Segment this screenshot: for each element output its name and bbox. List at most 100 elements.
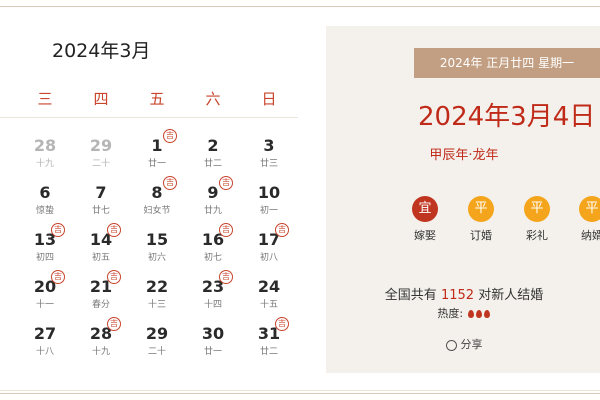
day-number: 7 [95,183,107,202]
calendar-day[interactable]: 6 惊蛰 [23,184,67,218]
calendar-day[interactable]: 7 廿七 [79,184,123,218]
calendar-day[interactable]: 9 廿九吉 [191,176,235,218]
lunar-day: 妇女节 [143,206,171,216]
zodiac-year: 甲辰年·龙年 [429,148,499,163]
lunar-day: 二十 [91,159,110,169]
auspicious-badge: 吉 [219,176,233,190]
weekday-header: 四 [93,90,109,108]
calendar-day[interactable]: 28 十九 [23,137,67,171]
day-number: 10 [257,183,281,202]
flame-icon [475,309,482,318]
selected-date: 2024年3月4日 [418,102,596,132]
calendar-day[interactable]: 16 初七吉 [191,223,235,265]
activity-rating-icon: 平 [579,196,600,222]
day-number: 29 [89,136,113,155]
weekday-header: 三 [37,90,53,108]
weekday-header: 六 [205,90,221,108]
share-button[interactable]: 分享 [280,336,600,352]
lunar-day: 十八 [35,347,54,357]
calendar-day[interactable]: 2 廿二 [191,137,235,171]
activity-rating-icon: 宜 [412,196,438,222]
calendar-day[interactable]: 13 初四吉 [23,223,67,265]
calendar-day[interactable]: 21 春分吉 [79,270,123,312]
heat-label: 热度: [437,307,464,320]
weekday-divider [0,117,298,118]
calendar-day[interactable]: 1 廿一吉 [135,129,179,171]
activity-item[interactable]: 平纳婿 [570,196,600,243]
day-number: 15 [145,230,169,249]
day-number: 27 [33,324,57,343]
calendar-day[interactable]: 22 十三 [135,278,179,312]
lunar-day: 廿一 [203,347,222,357]
calendar-day[interactable]: 28 十九吉 [79,317,123,359]
auspicious-badge: 吉 [275,223,289,237]
summary-suffix: 对新人结婚 [478,288,544,303]
lunar-day: 十九 [35,159,54,169]
wedding-count-summary: 全国共有 1152 对新人结婚 [280,284,600,303]
lunar-day: 廿一 [147,159,166,169]
activity-item[interactable]: 平彩礼 [515,196,559,243]
share-icon [445,339,457,351]
day-number: 2 [207,136,219,155]
summary-count: 1152 [440,288,475,303]
lunar-day: 惊蛰 [35,206,54,216]
day-number: 6 [39,183,51,202]
calendar-day[interactable]: 17 初八吉 [247,223,291,265]
auspicious-badge: 吉 [163,176,177,190]
lunar-day: 廿九 [203,206,222,216]
flame-icon [467,309,474,318]
flame-icons [467,308,491,321]
activity-label: 订婚 [470,229,492,242]
calendar-day[interactable]: 30 廿一 [191,325,235,359]
auspicious-badge: 吉 [51,270,65,284]
weekday-header: 五 [149,90,165,108]
day-number: 30 [201,324,225,343]
calendar-day[interactable]: 27 十八 [23,325,67,359]
activity-label: 彩礼 [526,229,548,242]
day-number: 28 [33,136,57,155]
auspicious-badge: 吉 [219,270,233,284]
auspicious-badge: 吉 [107,270,121,284]
lunar-day: 初一 [259,206,278,216]
calendar-day[interactable]: 23 十四吉 [191,270,235,312]
lunar-day: 十三 [147,300,166,310]
lunar-day: 初六 [147,253,166,263]
lunar-day: 二十 [147,347,166,357]
auspicious-badge: 吉 [163,129,177,143]
lunar-day: 初七 [203,253,222,263]
calendar-day[interactable]: 29 二十 [79,137,123,171]
calendar-day[interactable]: 8 妇女节吉 [135,176,179,218]
flame-icon [483,309,490,318]
lunar-date-bar: 2024年 正月廿四 星期一 [414,48,600,78]
activity-label: 纳婿 [581,229,600,242]
summary-prefix: 全国共有 [384,288,437,303]
lunar-day: 春分 [91,300,110,310]
heat-rating: 热度: [280,305,600,321]
calendar-day[interactable]: 15 初六 [135,231,179,265]
day-number: 22 [145,277,169,296]
calendar-day[interactable]: 10 初一 [247,184,291,218]
lunar-day: 廿二 [203,159,222,169]
lunar-day: 十一 [35,300,54,310]
calendar-grid: 2024年3月 三四五六日 28 十九 29 二十 1 廿一吉 2 廿二 3 廿三 6 惊蛰 7 廿七 8 妇女… [0,0,318,400]
day-number: 29 [145,324,169,343]
lunar-day: 初五 [91,253,110,263]
day-detail-panel: 2024年 正月廿四 星期一 2024年3月4日 甲辰年·龙年 全国共有 115… [326,26,600,373]
lunar-day: 廿七 [91,206,110,216]
lunar-day: 初四 [35,253,54,263]
auspicious-badge: 吉 [107,223,121,237]
share-label: 分享 [460,338,483,351]
activity-item[interactable]: 宜嫁娶 [403,196,447,243]
activity-rating-icon: 平 [524,196,550,222]
calendar-day[interactable]: 14 初五吉 [79,223,123,265]
auspicious-badge: 吉 [219,223,233,237]
lunar-day: 十九 [91,347,110,357]
calendar-day[interactable]: 20 十一吉 [23,270,67,312]
weekday-header: 日 [261,90,277,108]
activity-label: 嫁娶 [414,229,436,242]
activity-item[interactable]: 平订婚 [459,196,503,243]
calendar-day[interactable]: 29 二十 [135,325,179,359]
month-title[interactable]: 2024年3月 [52,36,150,63]
lunar-day: 十四 [203,300,222,310]
activity-rating-icon: 平 [468,196,494,222]
